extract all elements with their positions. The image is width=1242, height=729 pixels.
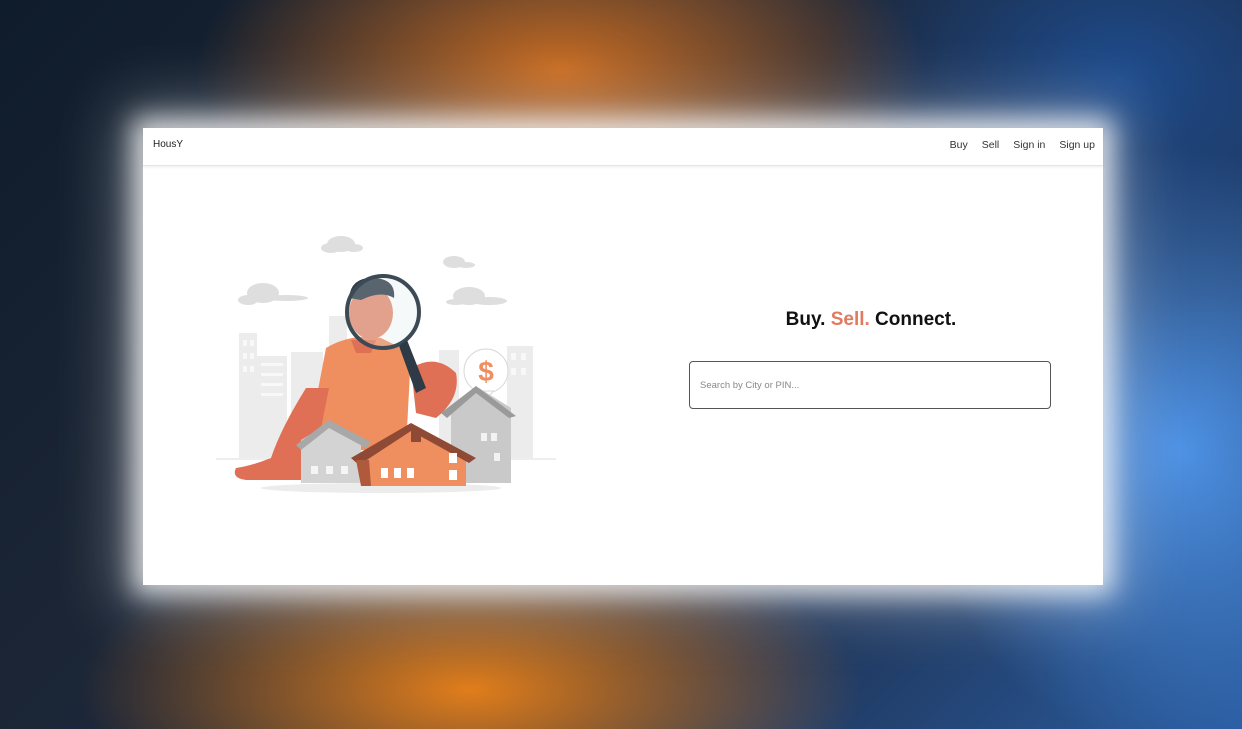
svg-text:$: $ <box>478 356 494 387</box>
nav-links: Buy Sell Sign in Sign up <box>950 139 1095 151</box>
headline-buy: Buy. <box>785 309 831 330</box>
nav-link-buy[interactable]: Buy <box>950 139 968 151</box>
brand-logo[interactable]: HousY <box>153 139 183 150</box>
nav-link-sign-up[interactable]: Sign up <box>1059 139 1095 151</box>
nav-link-sign-in[interactable]: Sign in <box>1013 139 1045 151</box>
hero-illustration: $ <box>216 236 556 493</box>
browser-window: HousY Buy Sell Sign in Sign up $ Buy. Se… <box>143 128 1103 585</box>
hero-headline: Buy. Sell. Connect. <box>689 309 1053 331</box>
navbar: HousY Buy Sell Sign in Sign up <box>143 128 1103 166</box>
nav-link-sell[interactable]: Sell <box>982 139 1000 151</box>
headline-sell: Sell. <box>830 309 870 330</box>
search-input[interactable] <box>689 361 1051 409</box>
headline-connect: Connect. <box>869 309 957 330</box>
